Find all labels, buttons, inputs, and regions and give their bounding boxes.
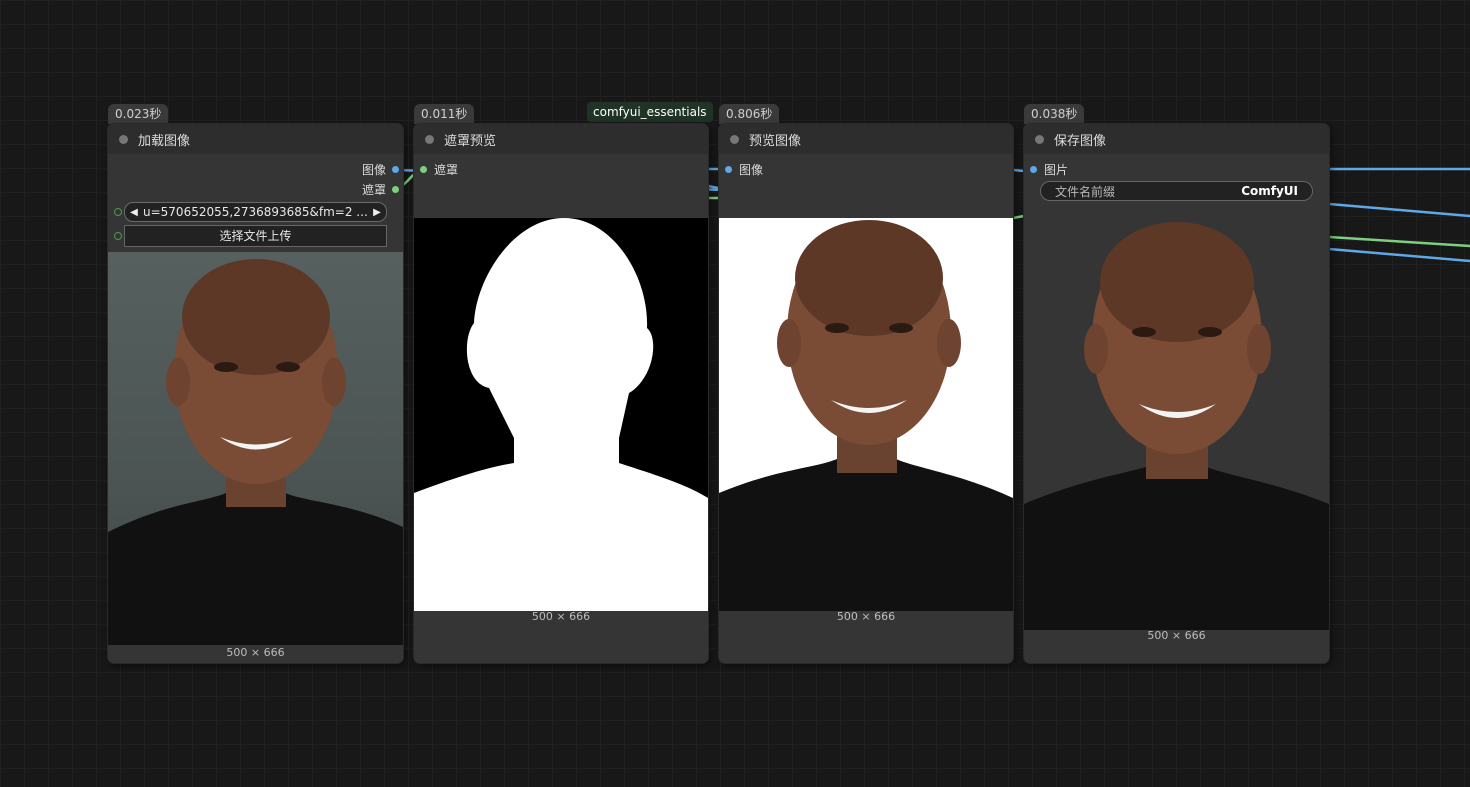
output-dot-icon[interactable] [392, 185, 399, 193]
widget-link-icon [114, 232, 122, 240]
execution-time-badge: 0.038秒 [1024, 104, 1085, 124]
node-title: 预览图像 [749, 133, 802, 149]
image-dimensions: 500 × 666 [836, 610, 896, 623]
output-dot-icon[interactable] [392, 165, 399, 173]
image-dimensions: 500 × 666 [226, 646, 285, 659]
output-slot-image[interactable]: 图像 [362, 161, 399, 177]
input-dot-icon[interactable] [1030, 165, 1037, 173]
next-arrow-icon[interactable]: ▶ [368, 207, 386, 218]
input-slot-image[interactable]: 图像 [725, 161, 763, 177]
input-dot-icon[interactable] [420, 165, 427, 173]
input-label: 遮罩 [434, 162, 459, 177]
image-file-select[interactable]: ◀ u=570652055,2736893685&fm=2 ... ▶ [124, 202, 387, 222]
node-title: 遮罩预览 [444, 133, 497, 149]
mask-silhouette [414, 218, 708, 611]
execution-time-badge: 0.011秒 [414, 104, 475, 124]
image-dimensions: 500 × 666 [531, 610, 591, 623]
field-label: 文件名前缀 [1055, 184, 1116, 199]
input-label: 图像 [739, 162, 764, 177]
execution-time-badge: 0.023秒 [108, 104, 169, 124]
node-title: 加载图像 [138, 133, 191, 149]
output-label: 遮罩 [361, 182, 386, 197]
widget-link-icon [114, 208, 122, 216]
node-header[interactable]: 加载图像 [108, 124, 403, 154]
wire-right-blue-2 [1328, 202, 1470, 218]
loaded-image [108, 252, 403, 645]
prev-arrow-icon[interactable]: ◀ [125, 207, 143, 218]
input-dot-icon[interactable] [725, 165, 732, 173]
portrait-image [108, 259, 403, 645]
node-header[interactable]: 保存图像 [1024, 124, 1329, 154]
wire-right-blue-3 [1328, 247, 1470, 263]
saved-image [1024, 204, 1329, 630]
load-image-node[interactable]: 加载图像 图像 遮罩 ◀ u=570652055,2736893685&fm=2… [108, 124, 403, 663]
collapse-dot-icon[interactable] [425, 134, 434, 144]
portrait-image [719, 220, 1013, 611]
upload-button[interactable]: 选择文件上传 [124, 225, 387, 247]
node-pack-badge: comfyui_essentials [587, 102, 713, 122]
execution-time-badge: 0.806秒 [719, 104, 780, 124]
collapse-dot-icon[interactable] [1035, 134, 1044, 144]
preview-image [719, 218, 1013, 611]
wire-pass-blue [707, 184, 719, 190]
preview-image-node[interactable]: 预览图像 图像 500 × 666 [719, 124, 1013, 663]
mask-preview-node[interactable]: 遮罩预览 遮罩 500 × 666 [414, 124, 708, 663]
save-image-node[interactable]: 保存图像 图片 文件名前缀 ComfyUI 500 × 666 [1024, 124, 1329, 663]
output-slot-mask[interactable]: 遮罩 [362, 181, 399, 197]
mask-image [414, 218, 708, 611]
wire-right-green [1328, 235, 1470, 248]
node-title: 保存图像 [1054, 133, 1107, 149]
portrait-image [1024, 222, 1329, 630]
collapse-dot-icon[interactable] [119, 134, 128, 144]
input-slot-images[interactable]: 图片 [1030, 161, 1068, 177]
wire-green-mid [1012, 214, 1025, 220]
node-header[interactable]: 预览图像 [719, 124, 1013, 154]
node-header[interactable]: 遮罩预览 [414, 124, 708, 154]
image-file-value: u=570652055,2736893685&fm=2 ... [143, 205, 368, 219]
field-value: ComfyUI [1241, 184, 1298, 198]
input-slot-mask[interactable]: 遮罩 [420, 161, 458, 177]
filename-prefix-field[interactable]: 文件名前缀 ComfyUI [1040, 181, 1313, 201]
image-dimensions: 500 × 666 [1147, 629, 1206, 642]
input-label: 图片 [1044, 162, 1069, 177]
output-label: 图像 [361, 162, 386, 177]
collapse-dot-icon[interactable] [730, 134, 739, 144]
